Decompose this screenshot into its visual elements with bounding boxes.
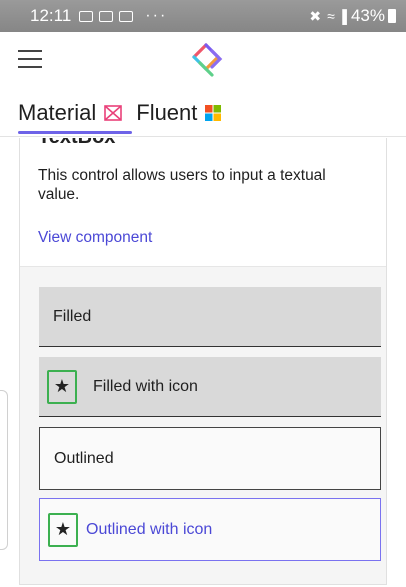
outlined-textbox-label: Outlined xyxy=(54,449,114,467)
card-description: This control allows users to input a tex… xyxy=(38,167,326,203)
status-bar: 12:11 ··· ✖ ≈ ▐ 43% xyxy=(0,0,406,32)
app-bar xyxy=(0,32,406,86)
outlined-with-icon-textbox[interactable]: ★ Outlined with icon xyxy=(39,498,381,561)
wifi-icon: ≈ xyxy=(327,8,335,24)
battery-level: 43% xyxy=(350,6,385,25)
filled-with-icon-label: Filled with icon xyxy=(93,377,198,395)
battery-icon xyxy=(388,9,396,23)
message-icon xyxy=(99,10,114,22)
card-title: TextBox xyxy=(38,138,115,149)
hamburger-icon[interactable] xyxy=(18,50,42,68)
material-icon xyxy=(104,105,123,121)
signal-icon: ▐ xyxy=(337,8,347,24)
tab-material[interactable]: Material xyxy=(18,100,133,136)
notification-icon xyxy=(79,10,94,22)
textbox-card: TextBox This control allows users to inp… xyxy=(19,138,387,585)
design-system-tabs: Material Fluent xyxy=(0,86,406,136)
status-time: 12:11 xyxy=(30,6,72,25)
fluent-icon xyxy=(205,105,222,121)
tab-fluent[interactable]: Fluent xyxy=(136,100,222,136)
tab-fluent-label: Fluent xyxy=(136,100,198,125)
image-icon xyxy=(119,10,134,22)
more-notifications: ··· xyxy=(145,7,168,24)
filled-textbox[interactable]: Filled xyxy=(39,287,381,347)
textbox-demo-area: Filled ★ Filled with icon Outlined ★ Out… xyxy=(20,266,386,584)
view-component-link[interactable]: View component xyxy=(38,229,152,247)
star-icon: ★ xyxy=(48,512,78,547)
filled-textbox-label: Filled xyxy=(53,307,92,325)
status-right: ✖ ≈ ▐ 43% xyxy=(309,6,396,26)
uno-platform-logo xyxy=(192,43,223,77)
star-icon: ★ xyxy=(47,369,77,404)
outlined-textbox[interactable]: Outlined xyxy=(39,427,381,490)
side-panel-edge xyxy=(0,390,8,550)
tabs-divider xyxy=(0,136,406,137)
outlined-with-icon-label: Outlined with icon xyxy=(86,520,213,538)
mute-icon: ✖ xyxy=(309,7,322,24)
filled-with-icon-textbox[interactable]: ★ Filled with icon xyxy=(39,357,381,417)
tab-material-label: Material xyxy=(18,100,97,125)
